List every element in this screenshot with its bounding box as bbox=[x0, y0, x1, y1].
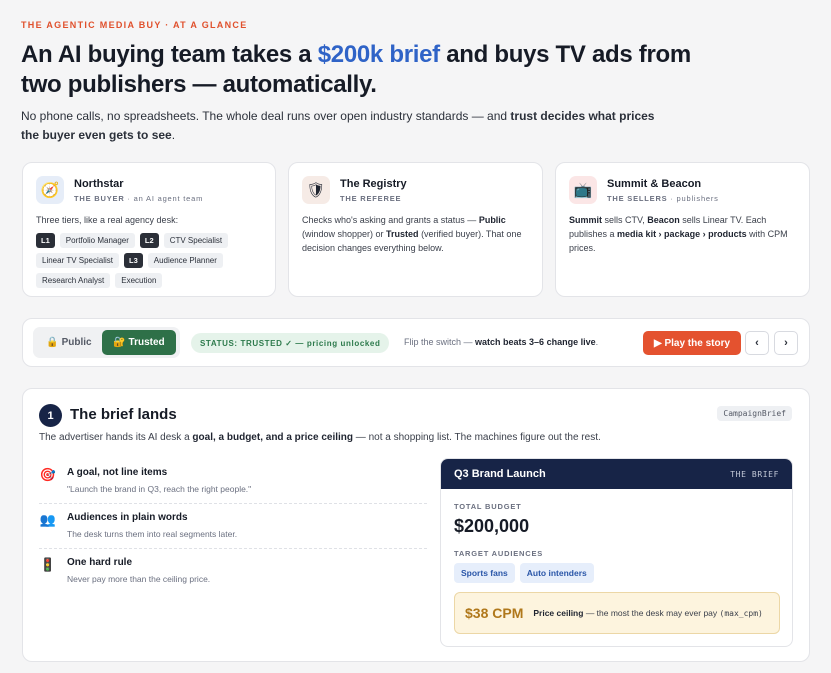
registry-description: Checks who's asking and grants a status … bbox=[302, 215, 522, 253]
target-icon: 🎯 bbox=[39, 467, 57, 482]
buyer-intro: Three tiers, like a real agency desk: bbox=[36, 215, 179, 225]
sellers-role: THE SELLERS · publishers bbox=[607, 194, 719, 203]
registry-role: THE REFEREE bbox=[340, 194, 402, 203]
point-title: One hard rule bbox=[67, 557, 133, 568]
buyer-card: 🧭 Northstar THE BUYER · an AI agent team… bbox=[22, 162, 276, 297]
brief-card: Q3 Brand Launch THE BRIEF TOTAL BUDGET $… bbox=[440, 458, 793, 647]
point-title: Audiences in plain words bbox=[67, 512, 188, 523]
trusted-toggle-option[interactable]: 🔐 Trusted bbox=[102, 330, 176, 355]
trust-toggle[interactable]: 🔒 Public 🔐 Trusted bbox=[33, 327, 180, 358]
list-item: 🎯 A goal, not line items "Launch the bra… bbox=[39, 459, 427, 504]
control-bar: 🔒 Public 🔐 Trusted STATUS: TRUSTED ✓ — p… bbox=[22, 318, 810, 367]
compass-icon: 🧭 bbox=[36, 176, 64, 204]
buyer-title: Northstar bbox=[74, 178, 124, 190]
point-text: The desk turns them into real segments l… bbox=[67, 529, 238, 539]
tier-role: CTV Specialist bbox=[163, 233, 229, 248]
cpm-value: $38 CPM bbox=[465, 605, 524, 621]
page-title: An AI buying team takes a $200k brief an… bbox=[21, 41, 691, 98]
traffic-light-icon: 🚦 bbox=[39, 557, 57, 572]
sellers-title: Summit & Beacon bbox=[607, 178, 702, 190]
point-title: A goal, not line items bbox=[67, 467, 168, 478]
subtitle: No phone calls, no spreadsheets. The who… bbox=[21, 109, 655, 142]
tier-list: L1 Portfolio Manager L2 CTV Specialist L… bbox=[36, 233, 262, 288]
people-icon: 👥 bbox=[39, 512, 57, 527]
tier-role: Execution bbox=[115, 273, 163, 288]
audience-chips: Sports fans Auto intenders bbox=[454, 563, 594, 583]
public-toggle-option[interactable]: 🔒 Public bbox=[36, 330, 102, 355]
step-number: 1 bbox=[39, 404, 62, 427]
tier-role: Portfolio Manager bbox=[59, 233, 135, 248]
step-card: 1 The brief lands CampaignBrief The adve… bbox=[22, 388, 810, 662]
budget-label: TOTAL BUDGET bbox=[454, 502, 522, 511]
audiences-label: TARGET AUDIENCES bbox=[454, 549, 544, 558]
status-badge: STATUS: TRUSTED ✓ — pricing unlocked bbox=[191, 333, 390, 353]
tier-level: L2 bbox=[139, 233, 159, 248]
registry-card: 🛡 The Registry THE REFEREE Checks who's … bbox=[288, 162, 543, 297]
point-list: 🎯 A goal, not line items "Launch the bra… bbox=[39, 459, 427, 593]
tier-role: Research Analyst bbox=[36, 273, 111, 288]
tier-level: L3 bbox=[124, 253, 143, 268]
play-story-button[interactable]: ▶ Play the story bbox=[643, 331, 741, 355]
list-item: 🚦 One hard rule Never pay more than the … bbox=[39, 549, 427, 593]
buyer-role: THE BUYER · an AI agent team bbox=[74, 194, 204, 203]
point-text: Never pay more than the ceiling price. bbox=[67, 574, 211, 584]
audience-chip: Sports fans bbox=[454, 563, 515, 583]
flip-hint: Flip the switch — watch beats 3–6 change… bbox=[404, 337, 599, 347]
sellers-card: 📺 Summit & Beacon THE SELLERS · publishe… bbox=[555, 162, 810, 297]
step-title: The brief lands bbox=[70, 406, 177, 423]
tv-icon: 📺 bbox=[569, 176, 597, 204]
list-item: 👥 Audiences in plain words The desk turn… bbox=[39, 504, 427, 549]
tier-level: L1 bbox=[36, 233, 55, 248]
budget-value: $200,000 bbox=[454, 516, 530, 536]
tier-role: Linear TV Specialist bbox=[36, 253, 119, 268]
brief-title: Q3 Brand Launch bbox=[454, 468, 546, 480]
tier-role: Audience Planner bbox=[147, 253, 223, 268]
previous-button[interactable]: ‹ bbox=[745, 331, 769, 355]
price-ceiling-box: $38 CPM Price ceiling — the most the des… bbox=[454, 592, 780, 634]
brief-header: Q3 Brand Launch THE BRIEF bbox=[441, 459, 792, 489]
eyebrow: THE AGENTIC MEDIA BUY · AT A GLANCE bbox=[21, 20, 248, 30]
audience-chip: Auto intenders bbox=[519, 563, 594, 583]
point-text: "Launch the brand in Q3, reach the right… bbox=[67, 484, 252, 494]
brief-tag: THE BRIEF bbox=[730, 469, 779, 479]
next-button[interactable]: › bbox=[774, 331, 798, 355]
step-tag: CampaignBrief bbox=[717, 406, 792, 421]
ceiling-description: Price ceiling — the most the desk may ev… bbox=[533, 607, 763, 618]
sellers-description: Summit sells CTV, Beacon sells Linear TV… bbox=[569, 215, 788, 253]
shield-icon: 🛡 bbox=[302, 176, 330, 204]
registry-title: The Registry bbox=[340, 178, 407, 190]
step-description: The advertiser hands its AI desk a goal,… bbox=[39, 432, 601, 443]
